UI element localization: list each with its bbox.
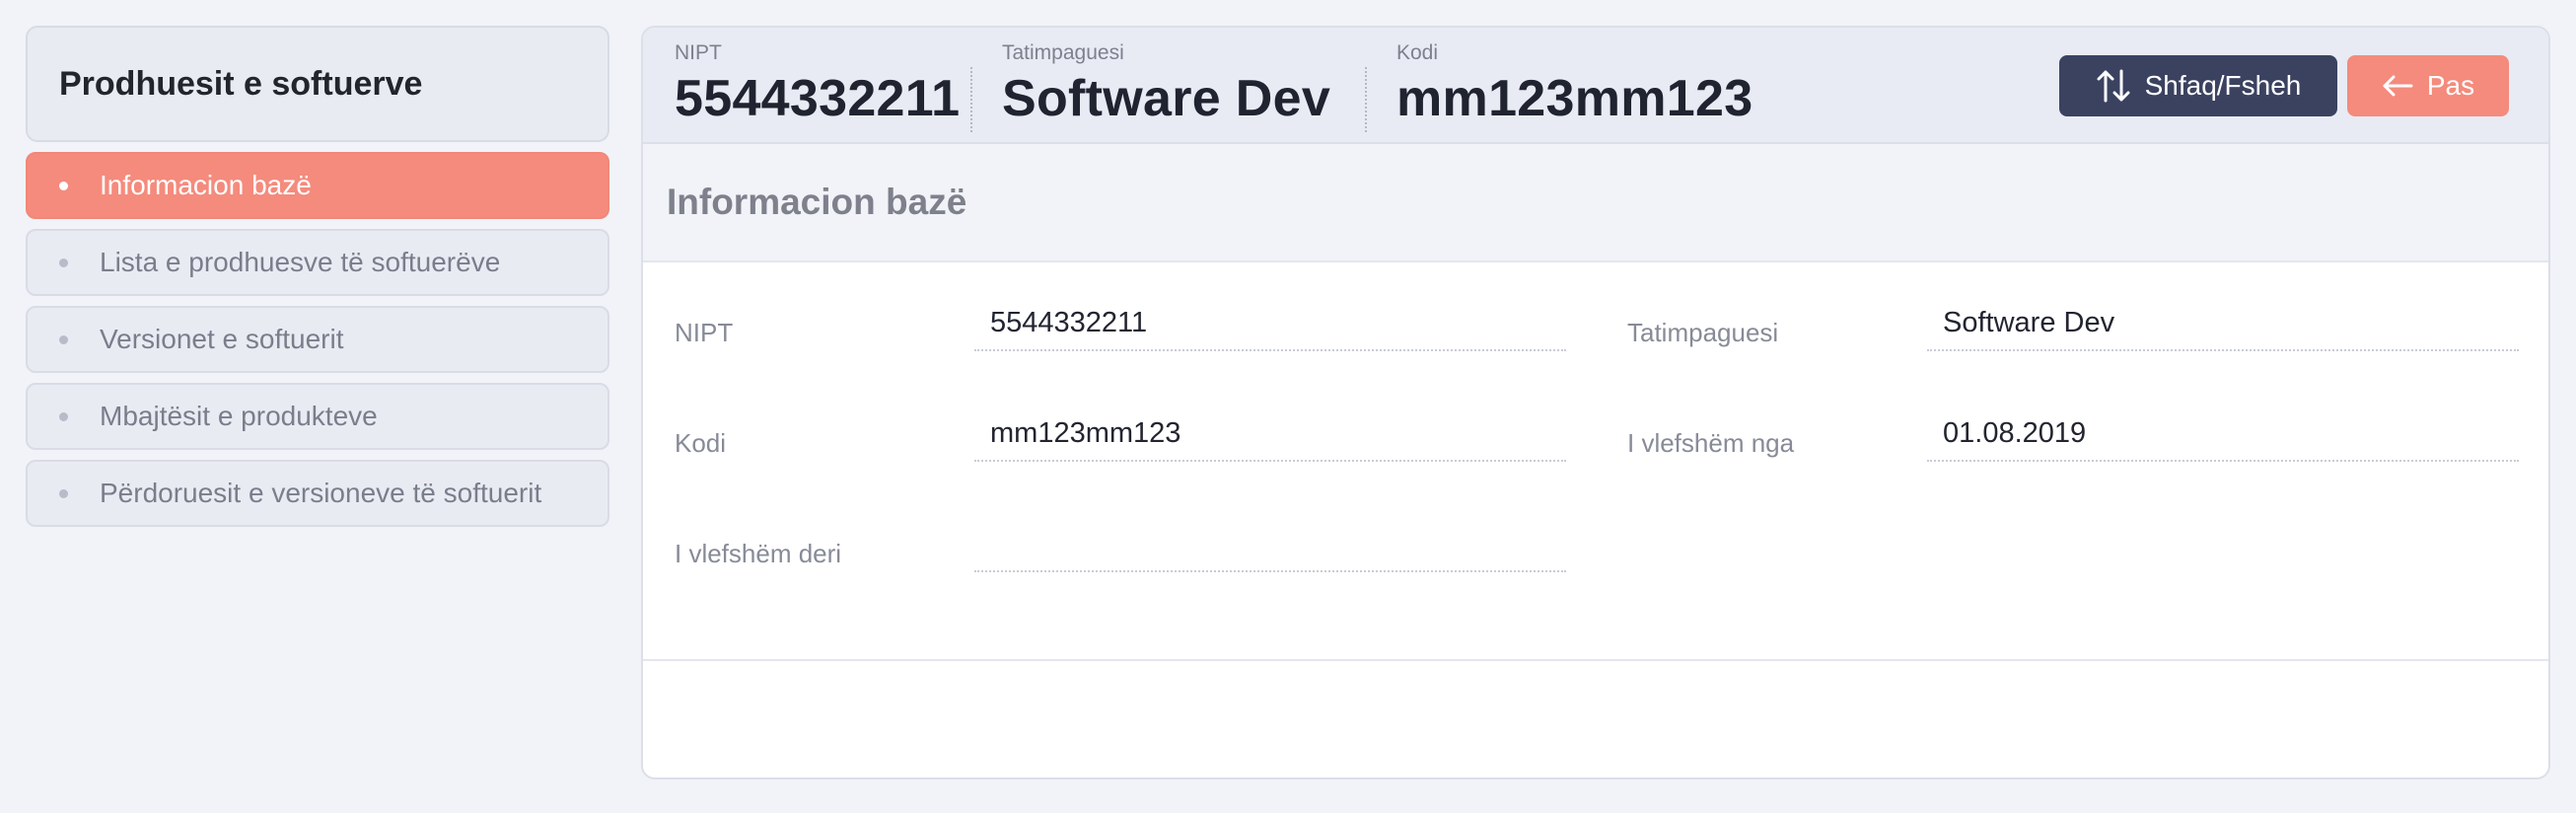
section-title: Informacion bazë bbox=[667, 182, 967, 222]
sidebar: Prodhuesit e softuerve Informacion bazë … bbox=[26, 26, 609, 527]
header-kodi-caption: Kodi bbox=[1396, 41, 1439, 64]
show-hide-button[interactable]: Shfaq/Fsheh bbox=[2059, 55, 2337, 116]
header-tatimpaguesi-value: Software Dev bbox=[1002, 70, 1331, 127]
section-header: Informacion bazë bbox=[643, 144, 2548, 262]
header-nipt: NIPT 5544332211 bbox=[675, 41, 960, 128]
sidebar-item-mbajtesit[interactable]: Mbajtësit e produkteve bbox=[26, 383, 609, 450]
kodi-label: Kodi bbox=[675, 428, 727, 458]
sidebar-item-lista-prodhuesve[interactable]: Lista e prodhuesve të softuerëve bbox=[26, 229, 609, 296]
basic-info-form: NIPT 5544332211 Tatimpaguesi Software De… bbox=[643, 262, 2548, 661]
sidebar-item-versionet[interactable]: Versionet e softuerit bbox=[26, 306, 609, 373]
tatimpaguesi-field[interactable]: Software Dev bbox=[1927, 300, 2519, 351]
header-kodi-value: mm123mm123 bbox=[1396, 70, 1753, 127]
sidebar-item-label: Informacion bazë bbox=[100, 170, 312, 200]
nipt-label: NIPT bbox=[675, 318, 734, 347]
sidebar-item-label: Versionet e softuerit bbox=[100, 324, 344, 354]
header-nipt-value: 5544332211 bbox=[675, 70, 961, 127]
record-header: NIPT 5544332211 Tatimpaguesi Software De… bbox=[643, 28, 2548, 144]
valid-from-label: I vlefshëm nga bbox=[1627, 428, 1795, 458]
valid-to-field[interactable] bbox=[974, 521, 1566, 572]
sidebar-title: Prodhuesit e softuerve bbox=[59, 64, 423, 103]
sidebar-item-perdoruesit[interactable]: Përdoruesit e versioneve të softuerit bbox=[26, 460, 609, 527]
sidebar-item-label: Përdoruesit e versioneve të softuerit bbox=[100, 478, 542, 508]
bullet-icon bbox=[59, 334, 68, 344]
header-tatimpaguesi: Tatimpaguesi Software Dev bbox=[1002, 41, 1330, 128]
back-label: Pas bbox=[2426, 70, 2475, 101]
valid-to-label: I vlefshëm deri bbox=[675, 539, 842, 568]
kodi-field[interactable]: mm123mm123 bbox=[974, 410, 1566, 462]
sort-arrows-icon bbox=[2096, 69, 2131, 103]
back-button[interactable]: Pas bbox=[2347, 55, 2509, 116]
header-divider bbox=[970, 67, 972, 132]
valid-from-field[interactable]: 01.08.2019 bbox=[1927, 410, 2519, 462]
sidebar-item-informacion-baze[interactable]: Informacion bazë bbox=[26, 152, 609, 219]
bullet-icon bbox=[59, 411, 68, 421]
header-tatimpaguesi-caption: Tatimpaguesi bbox=[1002, 41, 1124, 64]
header-divider bbox=[1365, 67, 1367, 132]
bullet-icon bbox=[59, 181, 68, 190]
tatimpaguesi-label: Tatimpaguesi bbox=[1627, 318, 1779, 347]
arrow-left-icon bbox=[2382, 74, 2413, 98]
header-nipt-caption: NIPT bbox=[675, 41, 722, 64]
bullet-icon bbox=[59, 488, 68, 498]
header-kodi: Kodi mm123mm123 bbox=[1396, 41, 1753, 128]
show-hide-label: Shfaq/Fsheh bbox=[2144, 70, 2302, 101]
sidebar-item-label: Mbajtësit e produkteve bbox=[100, 401, 378, 431]
sidebar-header: Prodhuesit e softuerve bbox=[26, 26, 609, 142]
bullet-icon bbox=[59, 258, 68, 267]
nipt-field[interactable]: 5544332211 bbox=[974, 300, 1566, 351]
sidebar-nav: Informacion bazë Lista e prodhuesve të s… bbox=[26, 152, 609, 527]
detail-panel: NIPT 5544332211 Tatimpaguesi Software De… bbox=[641, 26, 2550, 779]
sidebar-item-label: Lista e prodhuesve të softuerëve bbox=[100, 247, 501, 277]
